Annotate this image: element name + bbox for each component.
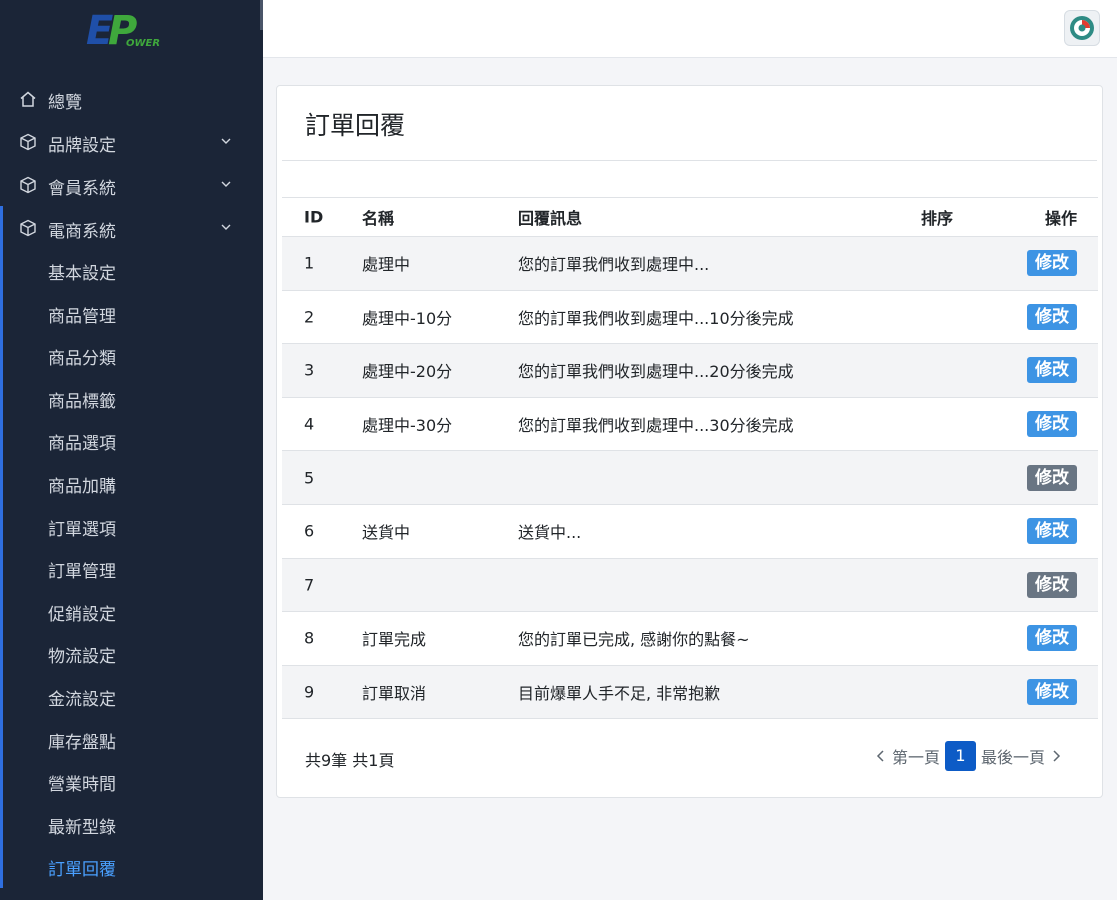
- home-icon: [20, 91, 36, 107]
- cell-message: 您的訂單我們收到處理中...30分後完成: [518, 416, 794, 436]
- column-header-sort[interactable]: 排序: [921, 205, 953, 229]
- cell-id: 2: [304, 307, 315, 327]
- sidebar-subitem-product-management[interactable]: 商品管理: [3, 292, 263, 335]
- chevron-down-icon: [221, 138, 231, 144]
- cell-id: 5: [304, 468, 315, 488]
- sidebar-subitem-product-category[interactable]: 商品分類: [3, 334, 263, 377]
- sidebar-item-label: 會員系統: [48, 179, 116, 199]
- cell-name: 訂單完成: [362, 630, 427, 650]
- edit-button[interactable]: 修改: [1027, 518, 1077, 545]
- chevron-down-icon: [221, 224, 231, 230]
- table-row: 9 訂單取消 目前爆單人手不足, 非常抱歉 修改: [282, 665, 1098, 720]
- sidebar-subitem-product-tags[interactable]: 商品標籤: [3, 377, 263, 420]
- sidebar-item-label: 電商系統: [48, 222, 116, 242]
- reply-table: ID 名稱 回覆訊息 排序 操作 1 處理中 您的訂單我們收到處理中... 修改…: [282, 197, 1098, 720]
- table-row: 1 處理中 您的訂單我們收到處理中... 修改: [282, 237, 1098, 291]
- edit-button[interactable]: 修改: [1027, 625, 1077, 652]
- edit-button[interactable]: 修改: [1027, 303, 1077, 330]
- sidebar-subitem-logistics-settings[interactable]: 物流設定: [3, 632, 263, 675]
- table-row: 8 訂單完成 您的訂單已完成, 感謝你的點餐~ 修改: [282, 612, 1098, 666]
- table-row: 6 送貨中 送貨中... 修改: [282, 504, 1098, 559]
- edit-button[interactable]: 修改: [1027, 464, 1077, 491]
- edit-button[interactable]: 修改: [1027, 411, 1077, 438]
- edit-button[interactable]: 修改: [1027, 357, 1077, 384]
- brand-logo[interactable]: E P OWER: [86, 8, 166, 54]
- sidebar-subitem-order-options[interactable]: 訂單選項: [3, 505, 263, 548]
- column-header-message[interactable]: 回覆訊息: [518, 205, 582, 229]
- sidebar-subitem-promotion-settings[interactable]: 促銷設定: [3, 590, 263, 633]
- cell-name: 訂單取消: [362, 684, 427, 704]
- sidebar-subitem-order-reply[interactable]: 訂單回覆: [3, 845, 263, 888]
- cell-message: 目前爆單人手不足, 非常抱歉: [518, 684, 721, 704]
- sidebar-item-overview[interactable]: 總覽: [0, 77, 263, 120]
- cell-name: 處理中: [362, 255, 411, 275]
- svg-text:OWER: OWER: [126, 38, 160, 49]
- page-number-current[interactable]: 1: [944, 741, 976, 771]
- sidebar-nav: 總覽 品牌設定 會員系統 電商系統 基本設定 商品管理 商品分類 商品標籤 商品…: [0, 77, 263, 888]
- sidebar-group-ecommerce: 電商系統 基本設定 商品管理 商品分類 商品標籤 商品選項 商品加購 訂單選項 …: [0, 206, 263, 888]
- chevron-down-icon: [221, 181, 231, 187]
- table-row: 7 修改: [282, 558, 1098, 613]
- page-title: 訂單回覆: [305, 111, 406, 140]
- table-row: 4 處理中-30分 您的訂單我們收到處理中...30分後完成 修改: [282, 397, 1098, 452]
- edit-button[interactable]: 修改: [1027, 250, 1077, 277]
- sidebar-subitem-inventory-count[interactable]: 庫存盤點: [3, 718, 263, 761]
- table-header: ID 名稱 回覆訊息 排序 操作: [282, 197, 1098, 237]
- sidebar-item-brand-settings[interactable]: 品牌設定: [0, 120, 263, 163]
- sidebar-item-ecommerce-system[interactable]: 電商系統: [0, 206, 263, 249]
- cell-id: 6: [304, 521, 315, 541]
- last-page-link[interactable]: 最後一頁: [981, 744, 1045, 768]
- cell-id: 4: [304, 414, 315, 434]
- sidebar-subitem-basic-settings[interactable]: 基本設定: [3, 249, 263, 292]
- sidebar-subitem-latest-catalog[interactable]: 最新型錄: [3, 803, 263, 846]
- record-count: 共9筆 共1頁: [305, 751, 395, 770]
- sidebar-item-label: 品牌設定: [48, 136, 116, 156]
- cell-id: 1: [304, 253, 315, 273]
- sidebar-subitem-payment-settings[interactable]: 金流設定: [3, 675, 263, 718]
- sidebar-item-label: 總覽: [48, 93, 82, 113]
- pagination: 第一頁 1 最後一頁: [870, 741, 1067, 771]
- cell-id: 7: [304, 575, 315, 595]
- cell-name: 處理中-20分: [362, 362, 453, 382]
- avatar-logo-icon: [1070, 16, 1094, 40]
- first-page-link[interactable]: 第一頁: [892, 744, 940, 768]
- table-row: 5 修改: [282, 451, 1098, 505]
- user-avatar[interactable]: [1064, 10, 1100, 46]
- sidebar-subitem-product-addons[interactable]: 商品加購: [3, 462, 263, 505]
- edit-button[interactable]: 修改: [1027, 679, 1077, 706]
- cell-message: 送貨中...: [518, 523, 582, 543]
- cell-id: 9: [304, 682, 315, 702]
- cell-name: 送貨中: [362, 523, 411, 543]
- cell-name: 處理中-30分: [362, 416, 453, 436]
- box-icon: [20, 176, 36, 194]
- sidebar-subitem-product-options[interactable]: 商品選項: [3, 419, 263, 462]
- chevron-right-icon[interactable]: [1051, 749, 1061, 763]
- sidebar-subitem-business-hours[interactable]: 營業時間: [3, 760, 263, 803]
- cell-name: 處理中-10分: [362, 308, 453, 328]
- divider: [282, 160, 1097, 161]
- box-icon: [20, 219, 36, 237]
- sidebar-subitem-order-management[interactable]: 訂單管理: [3, 547, 263, 590]
- sidebar: E P OWER 總覽 品牌設定 會員系統 電商系統 基本設定 商品管理 商品分…: [0, 0, 263, 900]
- cell-message: 您的訂單已完成, 感謝你的點餐~: [518, 630, 750, 650]
- edit-button[interactable]: 修改: [1027, 571, 1077, 598]
- box-icon: [20, 133, 36, 151]
- order-reply-card: 訂單回覆 ID 名稱 回覆訊息 排序 操作 1 處理中 您的訂單我們收到處理中.…: [276, 85, 1103, 798]
- top-bar: [263, 0, 1117, 58]
- column-header-id[interactable]: ID: [304, 208, 323, 227]
- chevron-left-icon[interactable]: [876, 749, 886, 763]
- cell-message: 您的訂單我們收到處理中...10分後完成: [518, 308, 794, 328]
- column-header-action: 操作: [1044, 209, 1077, 228]
- cell-id: 8: [304, 628, 315, 648]
- cell-id: 3: [304, 360, 315, 380]
- cell-message: 您的訂單我們收到處理中...: [518, 255, 710, 275]
- column-header-name[interactable]: 名稱: [362, 205, 394, 229]
- cell-message: 您的訂單我們收到處理中...20分後完成: [518, 362, 794, 382]
- table-row: 3 處理中-20分 您的訂單我們收到處理中...20分後完成 修改: [282, 344, 1098, 398]
- table-row: 2 處理中-10分 您的訂單我們收到處理中...10分後完成 修改: [282, 290, 1098, 345]
- sidebar-item-member-system[interactable]: 會員系統: [0, 163, 263, 206]
